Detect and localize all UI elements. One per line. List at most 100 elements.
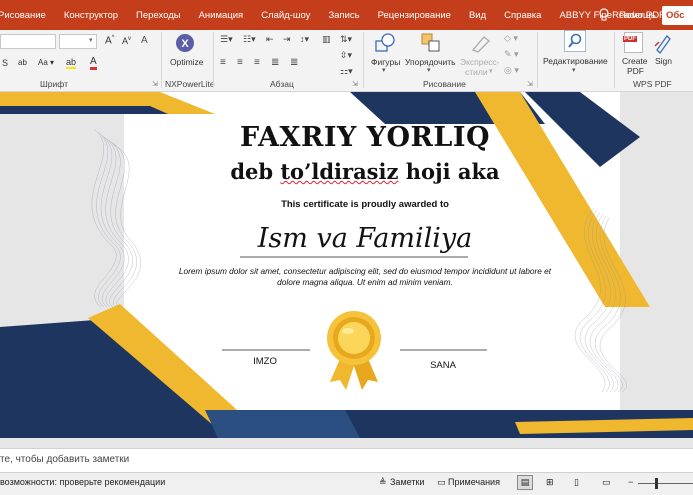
chevron-down-icon[interactable]: ▾ xyxy=(572,66,576,74)
tab-animation[interactable]: Анимация xyxy=(199,10,244,21)
align-text-icon[interactable]: ⇳▾ xyxy=(340,50,352,61)
chevron-down-icon[interactable]: ▾ xyxy=(427,66,431,74)
subtitle-part-b: to’ldirasiz xyxy=(280,159,399,184)
notes-toggle-icon[interactable]: ≜ xyxy=(379,477,387,488)
chevron-down-icon[interactable]: ▾ xyxy=(489,67,493,75)
dialog-launcher-icon[interactable]: ⇲ xyxy=(152,80,158,88)
certificate-subtitle[interactable]: deb to’ldirasiz hoji aka xyxy=(180,159,550,184)
create-pdf-icon[interactable]: PDF xyxy=(623,32,643,53)
normal-view-icon[interactable]: ▤ xyxy=(517,475,533,490)
chevron-down-icon[interactable]: ▾ xyxy=(89,36,93,44)
shape-outline-icon[interactable]: ✎ ▾ xyxy=(504,49,519,60)
group-separator xyxy=(614,32,615,88)
font-name-box[interactable] xyxy=(0,34,56,49)
lorem-paragraph[interactable]: Lorem ipsum dolor sit amet, consectetur … xyxy=(175,266,555,288)
share-button[interactable]: Обс xyxy=(662,6,693,25)
sign-icon[interactable] xyxy=(653,32,673,54)
grow-font-icon[interactable]: A^ xyxy=(105,35,115,46)
quick-styles-icon[interactable] xyxy=(470,33,492,53)
signature-label[interactable]: IMZO xyxy=(235,356,295,367)
font-color-icon[interactable]: A xyxy=(90,56,97,70)
distribute-icon[interactable]: ≣ xyxy=(290,57,298,68)
columns-icon[interactable]: ▥ xyxy=(322,34,331,45)
bullets-icon[interactable]: ☰▾ xyxy=(220,34,233,45)
chevron-down-icon[interactable]: ▾ xyxy=(382,66,386,74)
justify-icon[interactable]: ≣ xyxy=(271,57,279,68)
notes-pane[interactable]: те, чтобы добавить заметки xyxy=(0,448,693,472)
shrink-font-icon[interactable]: Av xyxy=(122,36,131,46)
comments-toggle-button[interactable]: Примечания xyxy=(448,477,500,487)
char-spacing-icon[interactable]: ab xyxy=(18,58,27,67)
recipient-name[interactable]: Ism va Familiya xyxy=(225,223,505,254)
shape-fill-icon[interactable]: ◇ ▾ xyxy=(504,33,518,44)
nxpowerlite-group-label: NXPowerLite xyxy=(165,79,215,89)
share-label: Обс xyxy=(666,10,685,21)
tab-help[interactable]: Справка xyxy=(504,10,541,21)
optimize-button[interactable]: Optimize xyxy=(170,57,204,67)
quick-styles-button[interactable]: Экспресс- xyxy=(460,57,500,67)
certificate-title[interactable]: FAXRIY YORLIQ xyxy=(180,122,550,153)
editing-button[interactable] xyxy=(564,30,586,52)
slide-sorter-icon[interactable]: ⊞ xyxy=(546,477,554,488)
awarded-text[interactable]: This certificate is proudly awarded to xyxy=(200,199,530,210)
pdf-badge: PDF xyxy=(623,36,637,42)
shapes-icon[interactable] xyxy=(374,33,396,53)
arrange-icon[interactable] xyxy=(420,32,442,54)
tab-record[interactable]: Запись xyxy=(328,10,359,21)
search-icon xyxy=(568,33,582,48)
optimize-icon[interactable]: X xyxy=(175,33,195,53)
align-center-icon[interactable]: ≡ xyxy=(237,57,243,68)
slideshow-icon[interactable]: ▭ xyxy=(602,477,611,488)
tab-view[interactable]: Вид xyxy=(469,10,486,21)
reading-view-icon[interactable]: ▯ xyxy=(574,477,579,488)
tab-review[interactable]: Рецензирование xyxy=(378,10,451,21)
status-bar: возможности: проверьте рекомендации ≜ За… xyxy=(0,472,693,495)
tab-transitions[interactable]: Переходы xyxy=(136,10,181,21)
tab-design[interactable]: Конструктор xyxy=(64,10,118,21)
tab-drawing[interactable]: Рисование xyxy=(0,10,46,21)
smartart-icon[interactable]: ⚏▾ xyxy=(340,66,353,77)
dialog-launcher-icon[interactable]: ⇲ xyxy=(527,80,533,88)
svg-text:X: X xyxy=(181,38,189,50)
quick-styles-button-line2: стили xyxy=(465,67,488,77)
slide-workspace: FAXRIY YORLIQ deb to’ldirasiz hoji aka T… xyxy=(0,92,693,438)
menu-bar: Рисование Конструктор Переходы Анимация … xyxy=(0,0,693,30)
dialog-launcher-icon[interactable]: ⇲ xyxy=(352,80,358,88)
zoom-slider[interactable] xyxy=(638,483,693,484)
date-label[interactable]: SANA xyxy=(413,360,473,371)
clear-format-icon[interactable]: A xyxy=(141,35,148,46)
increase-indent-icon[interactable]: ⇥ xyxy=(283,34,291,45)
drawing-group-label: Рисование xyxy=(423,79,466,89)
notes-placeholder: те, чтобы добавить заметки xyxy=(0,454,130,465)
editing-label[interactable]: Редактирование xyxy=(543,56,608,66)
align-right-icon[interactable]: ≡ xyxy=(254,57,260,68)
help-search[interactable]: Помощь xyxy=(619,10,656,21)
line-spacing-icon[interactable]: ↕▾ xyxy=(300,34,309,45)
accessibility-status[interactable]: возможности: проверьте рекомендации xyxy=(0,477,165,487)
lightbulb-icon[interactable] xyxy=(598,8,610,22)
numbering-icon[interactable]: ☷▾ xyxy=(243,34,256,45)
highlight-icon[interactable]: ab xyxy=(66,57,77,69)
text-direction-icon[interactable]: ⇅▾ xyxy=(340,34,352,45)
shapes-button[interactable]: Фигуры xyxy=(371,57,400,67)
group-separator xyxy=(537,32,538,88)
notes-toggle-button[interactable]: Заметки xyxy=(390,477,424,487)
comments-icon[interactable]: ▭ xyxy=(437,477,446,488)
change-case-icon[interactable]: Aa ▾ xyxy=(38,58,54,67)
group-separator xyxy=(213,32,214,88)
menu-tabs: Рисование Конструктор Переходы Анимация … xyxy=(0,10,683,21)
group-separator xyxy=(161,32,162,88)
subtitle-part-a: deb xyxy=(230,159,281,184)
align-left-icon[interactable]: ≡ xyxy=(220,57,226,68)
font-group-label: Шрифт xyxy=(40,79,68,89)
zoom-out-icon[interactable]: − xyxy=(628,477,633,487)
strikethrough-icon[interactable]: S xyxy=(2,58,8,68)
zoom-slider-thumb[interactable] xyxy=(655,478,658,489)
create-pdf-button[interactable]: Create xyxy=(622,56,648,66)
navy-band-top-left xyxy=(0,106,168,114)
shape-effects-icon[interactable]: ◎ ▾ xyxy=(504,65,519,76)
tab-slideshow[interactable]: Слайд-шоу xyxy=(261,10,310,21)
decrease-indent-icon[interactable]: ⇤ xyxy=(266,34,274,45)
paragraph-group-label: Абзац xyxy=(270,79,294,89)
sign-button[interactable]: Sign xyxy=(655,56,672,66)
